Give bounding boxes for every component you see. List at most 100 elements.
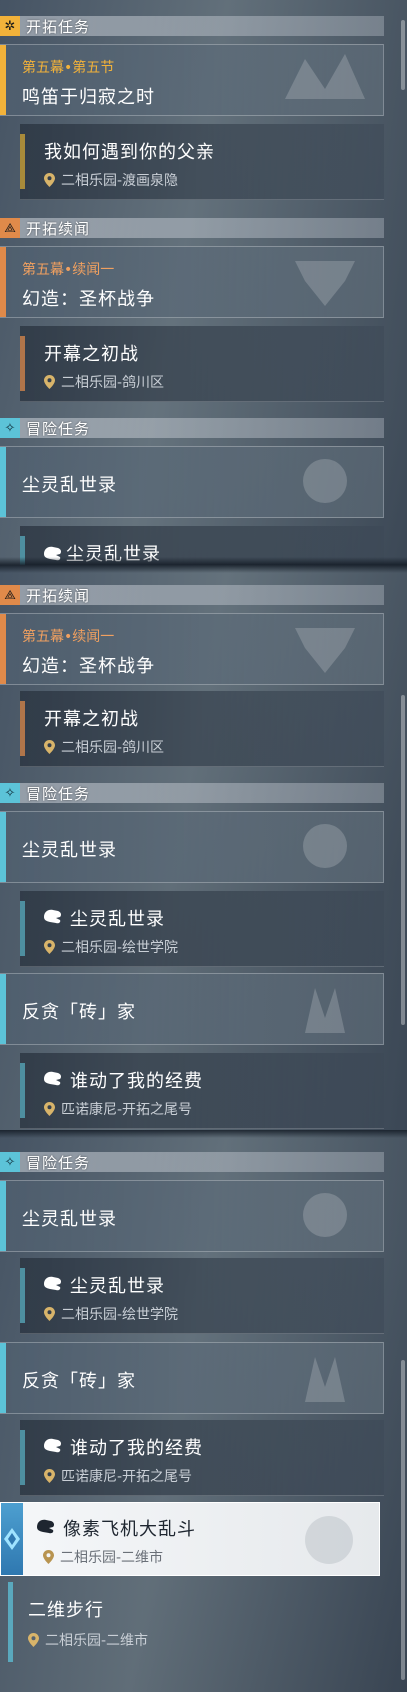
adventure-icon: ✧	[0, 783, 20, 803]
quest-emblem-icon	[295, 628, 355, 673]
step-title: 谁动了我的经费	[70, 1438, 203, 1459]
quest-chapter: 第五幕•续闻一	[22, 262, 115, 278]
section-header-adventure: ✧ 冒险任务	[0, 1152, 384, 1172]
step-location-text: 二相乐园-绘世学院	[61, 1307, 179, 1323]
accent-stripe	[0, 614, 6, 684]
adventure-icon: ✧	[0, 418, 20, 438]
location-pin-icon	[43, 1550, 54, 1564]
quest-card-twod-main[interactable]: 二维步行 二相乐园-二维市	[0, 1582, 384, 1662]
section-header-adventure: ✧ 冒险任务	[0, 418, 384, 438]
quest-title: 幻造：圣杯战争	[22, 656, 155, 677]
quest-card-brick-main[interactable]: 反贪「砖」家	[0, 1342, 384, 1414]
step-stripe	[20, 1063, 25, 1118]
quest-emblem-icon	[305, 1357, 345, 1402]
quest-emblem-icon	[303, 459, 347, 503]
location-pin-icon	[44, 1102, 55, 1116]
quest-emblem-icon	[285, 54, 365, 99]
step-location-text: 二相乐园-渡画泉隐	[61, 173, 179, 189]
quest-step-companion[interactable]: 开幕之初战 二相乐园-鸽川区	[20, 326, 384, 402]
step-title: 像素飞机大乱斗	[63, 1519, 196, 1540]
trailblaze-icon: ✲	[0, 16, 20, 36]
section-title: 开拓任务	[26, 17, 91, 36]
hand-icon	[37, 1519, 55, 1534]
scrollbar[interactable]	[401, 695, 405, 1025]
step-stripe	[20, 134, 25, 189]
step-title: 谁动了我的经费	[70, 1071, 203, 1092]
section-title: 冒险任务	[26, 784, 91, 803]
quest-step-trailblaze[interactable]: 我如何遇到你的父亲 二相乐园-渡画泉隐	[20, 124, 384, 200]
location-pin-icon	[44, 1307, 55, 1321]
step-title: 尘灵乱世录	[70, 909, 165, 930]
quest-step-dust[interactable]: 尘灵乱世录 二相乐园-绘世学院	[20, 891, 384, 967]
quest-step-companion[interactable]: 开幕之初战 二相乐园-鸽川区	[20, 691, 384, 767]
quest-card-dust-main[interactable]: 尘灵乱世录	[0, 811, 384, 883]
section-header-trailblaze: ✲ 开拓任务	[0, 16, 384, 36]
step-title: 开幕之初战	[44, 709, 139, 730]
step-location-text: 匹诺康尼-开拓之尾号	[61, 1102, 193, 1118]
section-title: 冒险任务	[26, 1153, 91, 1172]
location-pin-icon	[28, 1633, 39, 1647]
step-location-text: 匹诺康尼-开拓之尾号	[61, 1469, 193, 1485]
companion-icon: ⟁	[0, 218, 20, 238]
quest-step-brick[interactable]: 谁动了我的经费 匹诺康尼-开拓之尾号	[20, 1420, 384, 1496]
location-pin-icon	[44, 740, 55, 754]
quest-title: 尘灵乱世录	[22, 475, 117, 496]
step-location: 匹诺康尼-开拓之尾号	[44, 1099, 192, 1119]
section-title: 冒险任务	[26, 419, 91, 438]
accent-stripe	[0, 45, 6, 115]
section-title: 开拓续闻	[26, 219, 91, 238]
quest-step-brick[interactable]: 谁动了我的经费 匹诺康尼-开拓之尾号	[20, 1053, 384, 1129]
accent-stripe	[0, 447, 6, 517]
adventure-icon: ✧	[0, 1152, 20, 1172]
hand-icon	[44, 1071, 62, 1086]
quest-title: 反贪「砖」家	[22, 1371, 136, 1392]
hand-icon	[44, 1438, 62, 1453]
quest-card-companion-main[interactable]: 第五幕•续闻一 幻造：圣杯战争	[0, 246, 384, 318]
quest-chapter: 第五幕•第五节	[22, 60, 115, 76]
section-title: 开拓续闻	[26, 586, 91, 605]
hand-icon	[44, 909, 62, 924]
quest-card-dust-main[interactable]: 尘灵乱世录	[0, 1180, 384, 1252]
quest-list-panel-1: ✲ 开拓任务 第五幕•第五节 鸣笛于归寂之时 我如何遇到你的父亲 二相乐园-渡画…	[0, 0, 407, 565]
scrollbar[interactable]	[401, 1360, 405, 1680]
quest-card-brick-main[interactable]: 反贪「砖」家	[0, 973, 384, 1045]
quest-card-dust-main[interactable]: 尘灵乱世录	[0, 446, 384, 518]
panel-edge	[0, 557, 407, 565]
accent-stripe	[0, 974, 6, 1044]
step-title: 尘灵乱世录	[70, 1276, 165, 1297]
location-pin-icon	[44, 1469, 55, 1483]
hand-icon	[44, 1276, 62, 1291]
scrollbar[interactable]	[401, 20, 405, 90]
accent-stripe	[0, 812, 6, 882]
location-pin-icon	[44, 375, 55, 389]
quest-list-panel-3: ✧ 冒险任务 尘灵乱世录 尘灵乱世录 二相乐园-绘世学院 反贪「砖」家 谁动了我…	[0, 1130, 407, 1692]
panel-edge	[0, 1130, 407, 1138]
quest-title: 尘灵乱世录	[22, 840, 117, 861]
step-location: 二相乐园-二维市	[28, 1630, 148, 1650]
step-stripe	[20, 1430, 25, 1485]
location-pin-icon	[44, 940, 55, 954]
quest-chapter: 第五幕•续闻一	[22, 629, 115, 645]
step-stripe	[20, 901, 25, 956]
quest-title: 尘灵乱世录	[22, 1209, 117, 1230]
location-pin-icon	[44, 173, 55, 187]
step-title: 我如何遇到你的父亲	[44, 142, 215, 163]
step-title: 开幕之初战	[44, 344, 139, 365]
step-location: 二相乐园-鸽川区	[44, 737, 164, 757]
step-location-text: 二相乐园-鸽川区	[61, 740, 165, 756]
tracking-diamond-icon	[4, 1528, 20, 1550]
step-stripe	[20, 701, 25, 756]
quest-card-companion-main[interactable]: 第五幕•续闻一 幻造：圣杯战争	[0, 613, 384, 685]
quest-title: 二维步行	[28, 1600, 104, 1621]
step-stripe	[20, 336, 25, 391]
quest-list-panel-2: ⟁ 开拓续闻 第五幕•续闻一 幻造：圣杯战争 开幕之初战 二相乐园-鸽川区 ✧ …	[0, 565, 407, 1130]
quest-emblem-icon	[305, 1516, 353, 1564]
quest-emblem-icon	[295, 261, 355, 306]
step-location: 二相乐园-二维市	[43, 1547, 163, 1567]
accent-stripe	[0, 1181, 6, 1251]
step-location-text: 二相乐园-二维市	[60, 1550, 164, 1566]
quest-step-pixel-selected[interactable]: 像素飞机大乱斗 二相乐园-二维市	[0, 1502, 380, 1576]
quest-step-dust[interactable]: 尘灵乱世录 二相乐园-绘世学院	[20, 1258, 384, 1334]
quest-title: 反贪「砖」家	[22, 1002, 136, 1023]
quest-card-trailblaze-main[interactable]: 第五幕•第五节 鸣笛于归寂之时	[0, 44, 384, 116]
